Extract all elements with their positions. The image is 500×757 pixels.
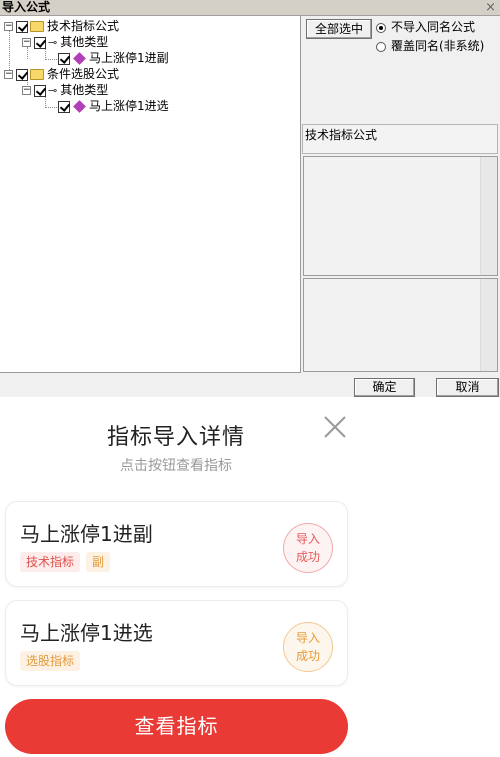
collapse-icon[interactable]: − [4,70,13,79]
select-all-button[interactable]: 全部选中 [306,19,372,39]
dialog-title: 导入公式 [2,0,51,14]
tag: 副 [86,552,111,572]
tag-list: 技术指标 副 [20,552,111,572]
close-icon[interactable]: × [485,0,496,15]
tree-node-label: 其他类型 [60,35,109,49]
stamp-text: 导入 [295,532,320,546]
tree-node-formula[interactable]: 马上涨停1进副 [58,51,169,66]
tree-node-label: 马上涨停1进副 [89,51,169,65]
collapse-icon[interactable]: − [4,22,13,31]
description-textbox[interactable] [303,156,498,276]
sheet-title: 指标导入详情 [106,425,245,450]
folder-icon [30,21,44,32]
checkbox[interactable] [16,20,28,33]
cancel-button[interactable]: 取消 [436,378,499,397]
scrollbar[interactable] [480,157,497,275]
tag: 技术指标 [20,552,81,572]
import-success-stamp: 导入 成功 [283,523,333,573]
radio-label: 不导入同名公式 [391,20,476,34]
tree-node-other-type[interactable]: − ⊸ 其他类型 [22,83,108,98]
dialog-title-bar: 导入公式 × [0,0,500,16]
scrollbar[interactable] [480,279,497,371]
tag-list: 选股指标 [20,651,81,671]
key-icon: ⊸ [48,84,58,97]
tree-node-label: 其他类型 [60,83,109,97]
radio-skip-duplicates[interactable]: 不导入同名公式 [376,20,475,35]
tree-node-label: 条件选股公式 [47,67,120,81]
formula-type-label: 技术指标公式 [302,124,498,154]
tree-node-label: 马上涨停1进选 [89,99,169,113]
checkbox[interactable] [58,100,70,113]
indicator-name: 马上涨停1进选 [20,621,153,645]
tree-node-other-type[interactable]: − ⊸ 其他类型 [22,35,108,50]
checkbox[interactable] [34,36,46,49]
indicator-card[interactable]: 马上涨停1进副 技术指标 副 导入 成功 [5,501,348,587]
tree-node-label: 技术指标公式 [47,19,120,33]
checkbox[interactable] [34,84,46,97]
ok-button[interactable]: 确定 [354,378,415,397]
formula-tree: − 技术指标公式 − ⊸ 其他类型 马上涨停1进副 − 条件选股公式 − ⊸ 其他类型 马上… [0,16,301,373]
indicator-card[interactable]: 马上涨停1进选 选股指标 导入 成功 [5,600,348,686]
collapse-icon[interactable]: − [22,86,31,95]
close-icon[interactable] [322,414,348,440]
options-panel: 全部选中 不导入同名公式 覆盖同名(非系统) 技术指标公式 [302,16,500,373]
collapse-icon[interactable]: − [22,38,31,47]
sheet-subtitle: 点击按钮查看指标 [120,458,232,474]
formula-gem-icon [73,100,86,113]
checkbox[interactable] [58,52,70,65]
indicator-name: 马上涨停1进副 [20,522,153,546]
folder-icon [30,69,44,80]
stamp-text: 成功 [295,649,320,663]
key-icon: ⊸ [48,36,58,49]
notes-textbox[interactable] [303,278,498,372]
import-success-stamp: 导入 成功 [283,622,333,672]
stamp-text: 导入 [295,631,320,645]
stamp-text: 成功 [295,550,320,564]
tag: 选股指标 [20,651,81,671]
view-indicators-button[interactable]: 查看指标 [5,699,348,754]
radio-selected-icon[interactable] [376,22,386,33]
radio-label: 覆盖同名(非系统) [391,39,485,53]
radio-overwrite[interactable]: 覆盖同名(非系统) [376,39,484,54]
radio-unselected-icon[interactable] [376,41,386,52]
import-detail-sheet: 指标导入详情 点击按钮查看指标 马上涨停1进副 技术指标 副 导入 成功 马上涨… [0,397,500,757]
tree-node-technical[interactable]: − 技术指标公式 [4,19,119,34]
formula-gem-icon [73,52,86,65]
tree-node-formula[interactable]: 马上涨停1进选 [58,99,169,114]
import-formula-dialog: 导入公式 × − 技术指标公式 − ⊸ 其他类型 马上涨停1进副 − 条件选股公式 − ⊸… [0,0,500,397]
tree-node-stock-select[interactable]: − 条件选股公式 [4,67,119,82]
checkbox[interactable] [16,68,28,81]
